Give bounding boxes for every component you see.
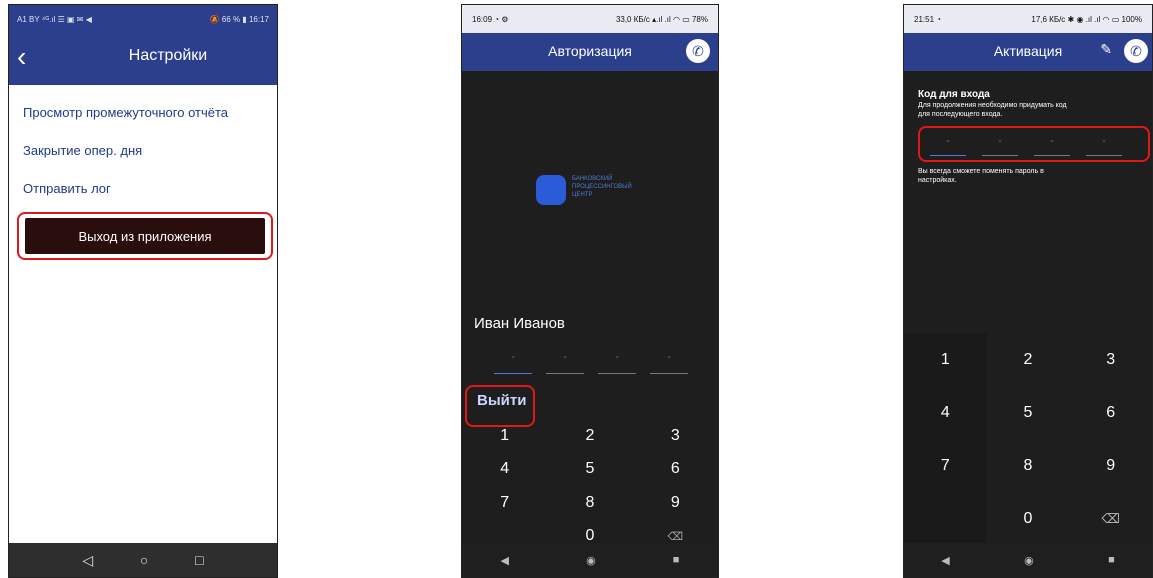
app-bar: Авторизация ✆	[462, 33, 718, 71]
pin-digit-4[interactable]: -	[650, 352, 688, 374]
exit-app-button[interactable]: Выход из приложения	[25, 218, 265, 254]
change-password-note: Вы всегда сможете поменять пароль в	[918, 168, 1044, 175]
menu-item-send-log[interactable]: Отправить лог	[23, 181, 111, 196]
key-0[interactable]: 0	[987, 492, 1070, 545]
key-empty	[904, 492, 987, 545]
key-5[interactable]: 5	[547, 453, 632, 487]
nav-recents-icon[interactable]: ■	[673, 554, 680, 566]
nav-back-icon[interactable]: ◀	[941, 554, 949, 567]
pin-digit-4[interactable]: -	[1086, 136, 1122, 156]
app-bar: ‹ Настройки	[9, 33, 277, 85]
status-bar: A1 BY ⁴ᴳ.ıl ☰ ▣ ✉ ◀ 🔕 66 % ▮ 16:17	[9, 5, 277, 33]
system-nav-bar: ◀ ◉ ■	[904, 543, 1152, 577]
system-nav-bar: ◀ ◉ ■	[462, 543, 718, 577]
backspace-icon[interactable]: ⌫	[1069, 492, 1152, 545]
phone-call-icon[interactable]: ✆	[1124, 39, 1148, 63]
authorization-screen: 16:09 ◔ ⚙ 33,0 КБ/с ▴.ıl .ıl ◠ ▭ 78% Авт…	[461, 4, 719, 578]
status-bar: 21:51 ◔ 17,6 КБ/с ✱ ◉ .ıl .ıl ◠ ▭ 100%	[904, 5, 1152, 33]
key-2[interactable]: 2	[987, 333, 1070, 386]
key-9[interactable]: 9	[633, 486, 718, 520]
change-password-note: настройках.	[918, 177, 957, 184]
key-5[interactable]: 5	[987, 386, 1070, 439]
logout-button[interactable]: Выйти	[477, 392, 526, 409]
nav-home-icon[interactable]: ◉	[1024, 554, 1034, 567]
phone-call-icon[interactable]: ✆	[686, 39, 710, 63]
bank-logo: БАНКОВСКИЙ ПРОЦЕССИНГОВЫЙ ЦЕНТР	[536, 171, 656, 211]
key-3[interactable]: 3	[633, 419, 718, 453]
key-9[interactable]: 9	[1069, 439, 1152, 492]
pin-digit-3[interactable]: -	[1034, 136, 1070, 156]
activation-screen: 21:51 ◔ 17,6 КБ/с ✱ ◉ .ıl .ıl ◠ ▭ 100% А…	[903, 4, 1153, 578]
key-4[interactable]: 4	[462, 453, 547, 487]
numeric-keypad: 1 2 3 4 5 6 7 8 9 0 ⌫	[462, 419, 718, 553]
system-nav-bar: ◁ ○ □	[9, 543, 277, 577]
page-title: Настройки	[128, 47, 208, 64]
code-description: для последующего входа.	[918, 111, 1003, 118]
key-1[interactable]: 1	[904, 333, 987, 386]
nav-recents-icon[interactable]: ■	[1108, 554, 1115, 566]
app-bar: Активация ✎ ✆	[904, 33, 1152, 71]
page-title: Активация	[993, 43, 1063, 59]
status-left: A1 BY ⁴ᴳ.ıl ☰ ▣ ✉ ◀	[17, 14, 92, 24]
key-6[interactable]: 6	[1069, 386, 1152, 439]
key-8[interactable]: 8	[547, 486, 632, 520]
pin-digit-1[interactable]: -	[494, 352, 532, 374]
code-description: Для продолжения необходимо придумать код	[918, 102, 1067, 109]
logo-mark-icon	[536, 175, 566, 205]
key-7[interactable]: 7	[904, 439, 987, 492]
settings-screen: A1 BY ⁴ᴳ.ıl ☰ ▣ ✉ ◀ 🔕 66 % ▮ 16:17 ‹ Нас…	[8, 4, 278, 578]
highlight-frame: - - - -	[918, 126, 1150, 162]
logo-text-line: ПРОЦЕССИНГОВЫЙ	[572, 184, 632, 190]
nav-home-icon[interactable]: ○	[140, 552, 148, 568]
nav-back-icon[interactable]: ◀	[501, 554, 509, 567]
menu-item-close-day[interactable]: Закрытие опер. дня	[23, 143, 142, 158]
key-4[interactable]: 4	[904, 386, 987, 439]
page-title: Авторизация	[548, 43, 632, 59]
key-3[interactable]: 3	[1069, 333, 1152, 386]
user-name: Иван Иванов	[474, 315, 565, 332]
pin-digit-2[interactable]: -	[546, 352, 584, 374]
numeric-keypad: 1 2 3 4 5 6 7 8 9 0 ⌫	[904, 333, 1152, 545]
nav-back-icon[interactable]: ◁	[82, 552, 93, 569]
highlight-frame: Выход из приложения	[17, 212, 273, 260]
pin-digit-1[interactable]: -	[930, 136, 966, 156]
key-6[interactable]: 6	[633, 453, 718, 487]
key-7[interactable]: 7	[462, 486, 547, 520]
status-bar: 16:09 ◔ ⚙ 33,0 КБ/с ▴.ıl .ıl ◠ ▭ 78%	[462, 5, 718, 33]
nav-home-icon[interactable]: ◉	[586, 554, 596, 567]
status-right: 17,6 КБ/с ✱ ◉ .ıl .ıl ◠ ▭ 100%	[1031, 14, 1142, 24]
pin-digit-2[interactable]: -	[982, 136, 1018, 156]
status-left: 21:51 ◔	[914, 14, 942, 24]
pin-digit-3[interactable]: -	[598, 352, 636, 374]
wrench-icon[interactable]: ✎	[1100, 41, 1112, 58]
code-heading: Код для входа	[918, 89, 990, 100]
key-2[interactable]: 2	[547, 419, 632, 453]
logo-text-line: БАНКОВСКИЙ	[572, 176, 613, 182]
menu-item-intermediate-report[interactable]: Просмотр промежуточного отчёта	[23, 105, 228, 120]
status-right: 🔕 66 % ▮ 16:17	[209, 14, 269, 24]
key-1[interactable]: 1	[462, 419, 547, 453]
status-right: 33,0 КБ/с ▴.ıl .ıl ◠ ▭ 78%	[615, 14, 708, 24]
nav-recents-icon[interactable]: □	[195, 552, 203, 568]
key-8[interactable]: 8	[987, 439, 1070, 492]
status-left: 16:09 ◔ ⚙	[472, 14, 509, 24]
logo-text-line: ЦЕНТР	[572, 192, 593, 198]
